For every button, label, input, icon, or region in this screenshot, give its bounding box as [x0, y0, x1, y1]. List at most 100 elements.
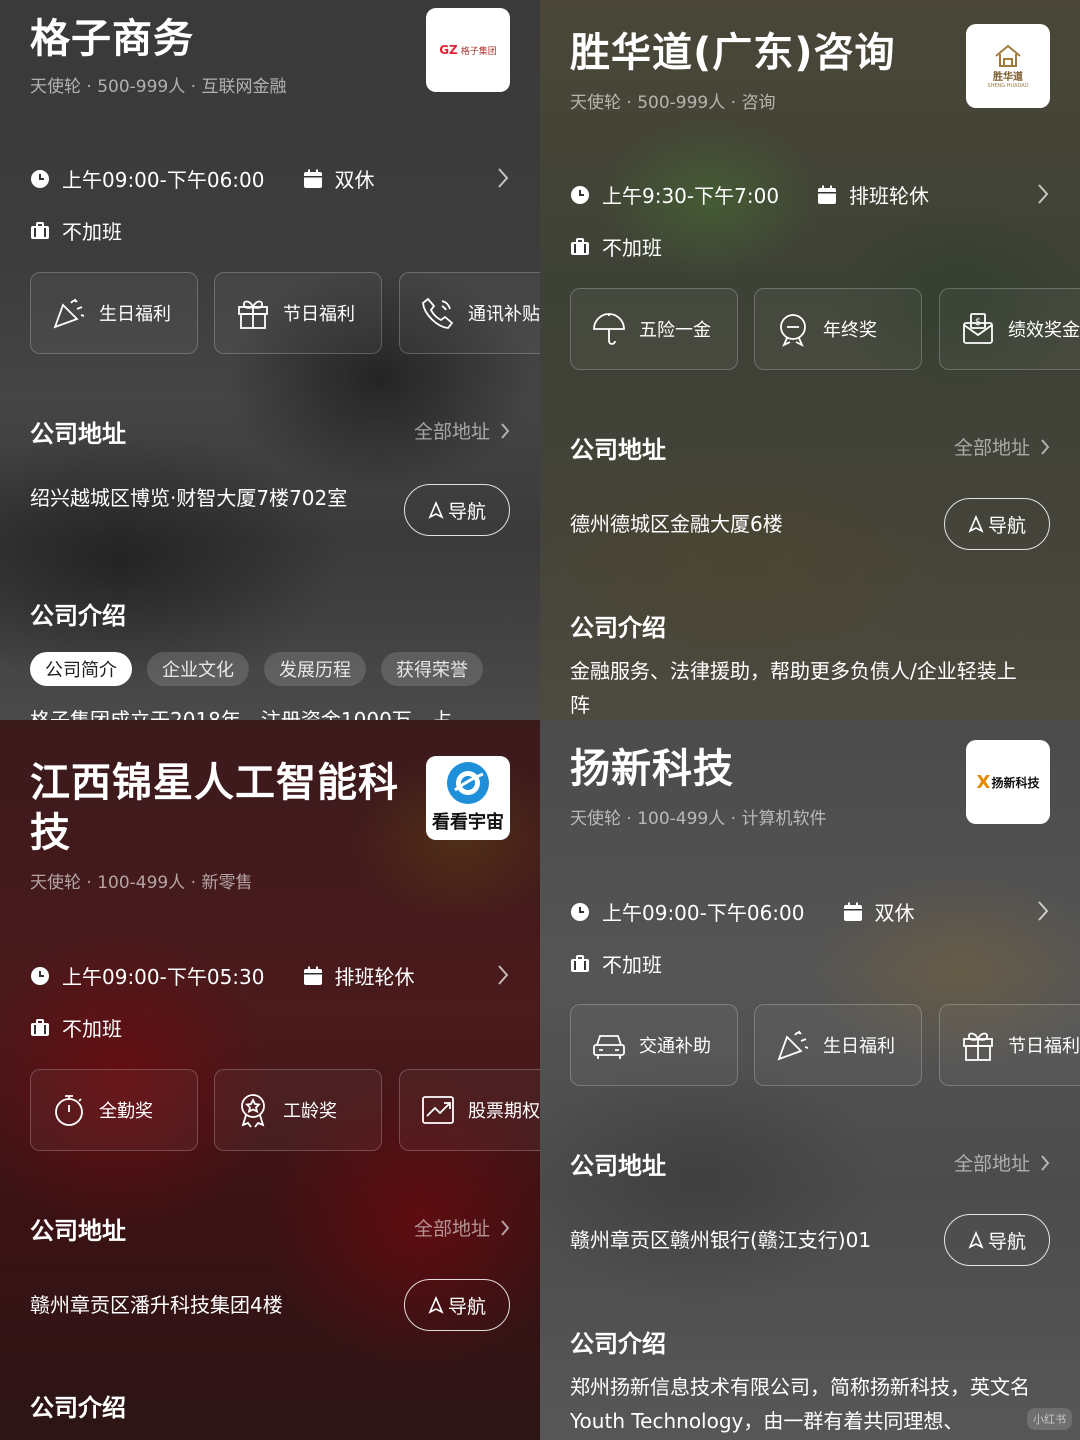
party-popper-icon [777, 1030, 809, 1061]
all-addresses-link[interactable]: 全部地址 [954, 433, 1050, 460]
company-logo: 胜华道 SHENG HUADAO [966, 24, 1050, 108]
navigate-button[interactable]: 导航 [944, 498, 1050, 550]
rest-schedule: 排班轮休 [334, 965, 415, 989]
svg-text:$: $ [975, 317, 981, 328]
watermark: 小红书 [1027, 1408, 1072, 1430]
benefit-chip-performance[interactable]: $ 绩效奖金 [939, 288, 1080, 370]
clock-icon [31, 966, 49, 985]
intro-title: 公司介绍 [30, 602, 126, 630]
intro-title: 公司介绍 [30, 1394, 126, 1422]
medal-icon [780, 314, 806, 347]
chevron-right-icon [501, 1219, 510, 1236]
tab-honors[interactable]: 获得荣誉 [381, 652, 483, 686]
benefit-chip-birthday[interactable]: 生日福利 [30, 272, 198, 354]
benefit-chip-holiday[interactable]: 节日福利 [939, 1004, 1080, 1086]
tab-culture[interactable]: 企业文化 [147, 652, 249, 686]
clock-icon [31, 169, 49, 188]
chevron-right-icon[interactable] [496, 963, 510, 987]
navigation-icon [968, 515, 984, 533]
benefit-chip-attendance[interactable]: 全勤奖 [30, 1069, 198, 1151]
work-hours: 上午09:00-下午06:00 [602, 901, 805, 925]
company-card-shenghuadao: 胜华道(广东)咨询 天使轮 · 500-999人 · 咨询 胜华道 SHENG … [540, 0, 1080, 720]
phone-icon [422, 297, 454, 329]
briefcase-icon [31, 1018, 49, 1036]
navigation-icon [428, 1296, 444, 1314]
all-addresses-link[interactable]: 全部地址 [414, 1214, 510, 1241]
gift-icon [963, 1032, 993, 1061]
overtime-label: 不加班 [62, 1017, 122, 1041]
chevron-right-icon[interactable] [1036, 899, 1050, 923]
overtime-row: 不加班 [570, 232, 662, 261]
company-logo: X 扬新科技 [966, 740, 1050, 824]
navigate-button[interactable]: 导航 [944, 1214, 1050, 1266]
company-meta: 天使轮 · 500-999人 · 互联网金融 [30, 77, 287, 97]
benefit-chip-seniority[interactable]: 工龄奖 [214, 1069, 382, 1151]
navigate-button[interactable]: 导航 [404, 484, 510, 536]
work-hours: 上午9:30-下午7:00 [602, 184, 780, 208]
benefit-chip-phone[interactable]: 通讯补贴 [399, 272, 540, 354]
company-address: 德州德城区金融大厦6楼 [570, 512, 783, 536]
company-card-yangxin: 扬新科技 天使轮 · 100-499人 · 计算机软件 X 扬新科技 上午09:… [540, 720, 1080, 1440]
overtime-label: 不加班 [602, 953, 662, 977]
benefit-chip-stock[interactable]: 股票期权 [399, 1069, 540, 1151]
company-card-gezi: 格子商务 天使轮 · 500-999人 · 互联网金融 GZ 格子集团 上午09… [0, 0, 540, 720]
company-meta: 天使轮 · 100-499人 · 新零售 [30, 873, 253, 893]
chevron-right-icon [501, 422, 510, 439]
address-title: 公司地址 [570, 1152, 666, 1180]
company-meta: 天使轮 · 500-999人 · 咨询 [570, 93, 776, 113]
address-title: 公司地址 [30, 1217, 126, 1245]
briefcase-icon [571, 237, 589, 255]
tab-profile[interactable]: 公司简介 [30, 652, 132, 686]
car-icon [593, 1035, 625, 1059]
planet-logo-icon [447, 762, 489, 804]
umbrella-icon [593, 313, 625, 345]
overtime-row: 不加班 [570, 949, 662, 978]
benefit-chip-transport[interactable]: 交通补助 [570, 1004, 738, 1086]
clock-icon [571, 185, 589, 204]
calendar-icon [303, 966, 322, 985]
briefcase-icon [31, 221, 49, 239]
overtime-row: 不加班 [30, 1013, 122, 1042]
work-hours-row[interactable]: 上午09:00-下午05:30 排班轮休 [30, 961, 415, 990]
intro-text: 金融服务、法律援助，帮助更多负债人/企业轻装上阵 [570, 659, 1017, 717]
benefit-chip-birthday[interactable]: 生日福利 [754, 1004, 922, 1086]
intro-text: 郑州扬新信息技术有限公司，简称扬新科技，英文名Youth Technology，… [570, 1375, 1030, 1433]
work-hours: 上午09:00-下午05:30 [62, 965, 265, 989]
overtime-label: 不加班 [602, 236, 662, 260]
work-hours-row[interactable]: 上午09:00-下午06:00 双休 [30, 164, 375, 193]
address-title: 公司地址 [30, 420, 126, 448]
benefit-chip-holiday[interactable]: 节日福利 [214, 272, 382, 354]
company-address: 绍兴越城区博览·财智大厦7楼702室 [30, 486, 348, 510]
intro-tabs: 公司简介 企业文化 发展历程 获得荣誉 [30, 652, 498, 686]
all-addresses-link[interactable]: 全部地址 [414, 417, 510, 444]
company-address: 赣州章贡区潘升科技集团4楼 [30, 1293, 283, 1317]
money-envelope-icon: $ [963, 313, 993, 344]
trend-chart-icon [422, 1096, 454, 1124]
tab-history[interactable]: 发展历程 [264, 652, 366, 686]
navigation-icon [968, 1231, 984, 1249]
work-hours-row[interactable]: 上午9:30-下午7:00 排班轮休 [570, 180, 929, 209]
company-name: 格子商务 [30, 16, 194, 62]
all-addresses-link[interactable]: 全部地址 [954, 1149, 1050, 1176]
company-name: 胜华道(广东)咨询 [570, 30, 896, 76]
calendar-icon [843, 902, 862, 921]
company-logo: 看看宇宙 [426, 756, 510, 840]
chevron-right-icon [1041, 438, 1050, 455]
work-hours-row[interactable]: 上午09:00-下午06:00 双休 [570, 897, 915, 926]
benefit-chip-bonus[interactable]: 年终奖 [754, 288, 922, 370]
work-hours: 上午09:00-下午06:00 [62, 168, 265, 192]
navigate-button[interactable]: 导航 [404, 1279, 510, 1331]
overtime-row: 不加班 [30, 216, 122, 245]
intro-title: 公司介绍 [570, 1330, 666, 1358]
stopwatch-icon [55, 1095, 83, 1126]
calendar-icon [303, 169, 322, 188]
company-name: 江西锦星人工智能科技 [30, 760, 399, 856]
chevron-right-icon[interactable] [1036, 182, 1050, 206]
gift-icon [238, 300, 268, 329]
navigation-icon [428, 501, 444, 519]
chevron-right-icon [1041, 1154, 1050, 1171]
benefit-chip-insurance[interactable]: 五险一金 [570, 288, 738, 370]
chevron-right-icon[interactable] [496, 166, 510, 190]
rest-schedule: 排班轮休 [849, 184, 930, 208]
award-ribbon-icon [241, 1094, 265, 1128]
